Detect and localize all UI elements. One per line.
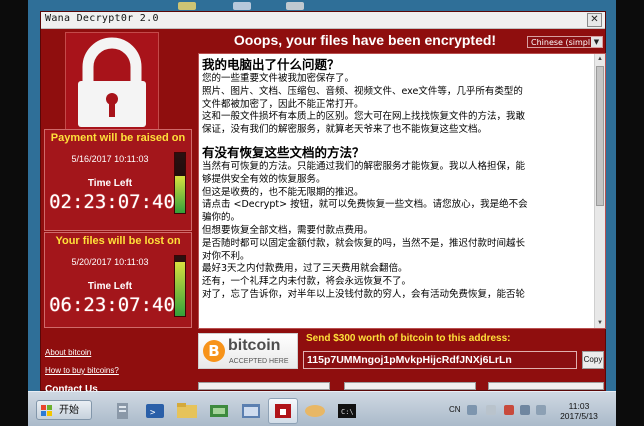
chevron-down-icon[interactable]: ▼ xyxy=(591,37,602,47)
about-bitcoin-link[interactable]: About bitcoin xyxy=(45,348,91,357)
windows-logo-icon xyxy=(41,405,53,417)
desktop-folder-icon[interactable] xyxy=(178,2,196,10)
network-icon[interactable] xyxy=(520,405,530,415)
network-app-icon[interactable] xyxy=(204,398,234,424)
message-paragraph: 您的一些重要文件被我加密保存了。 照片、图片、文档、压缩包、音频、视频文件、exe… xyxy=(202,73,590,137)
title-bar[interactable]: Wana Decrypt0r 2.0 ✕ xyxy=(41,12,605,29)
message-line: 对了，忘了告诉你，对半年以上没钱付款的穷人，会有活动免费恢复，能否轮 xyxy=(202,288,526,300)
start-button[interactable]: 开始 xyxy=(36,400,92,420)
ransomware-window: Wana Decrypt0r 2.0 ✕ Payment will be rai… xyxy=(40,11,606,395)
bitcoin-logo-sub: ACCEPTED HERE xyxy=(229,358,289,365)
svg-text:C:\: C:\ xyxy=(341,408,354,416)
bitcoin-icon: B xyxy=(203,340,225,362)
scroll-up-icon[interactable]: ▲ xyxy=(595,54,605,64)
countdown-timer: 02:23:07:40 xyxy=(49,191,175,213)
language-select[interactable]: Chinese (simpl ▼ xyxy=(527,36,603,48)
time-left-label: Time Left xyxy=(87,178,133,189)
server-manager-icon[interactable] xyxy=(108,398,138,424)
message-line: 但想要恢复全部文档，需要付款点费用。 xyxy=(202,224,374,236)
action-buttons xyxy=(198,382,604,390)
command-prompt-icon[interactable]: C:\ xyxy=(332,398,362,424)
padlock-icon xyxy=(65,32,159,134)
powershell-icon[interactable]: > xyxy=(140,398,170,424)
message-line: 文件都被加密了，因此不能正常打开。 xyxy=(202,98,364,110)
clock-date: 2017/5/13 xyxy=(560,411,598,421)
message-line: 对你不利。 xyxy=(202,250,250,262)
desktop-file-icon[interactable] xyxy=(233,2,251,10)
desktop: Wana Decrypt0r 2.0 ✕ Payment will be rai… xyxy=(28,0,616,426)
volume-icon[interactable] xyxy=(536,405,546,415)
alert-icon[interactable] xyxy=(504,405,514,415)
taskbar: 开始 > C:\ CN 11:03 2017/5/13 xyxy=(28,391,616,426)
app-window-icon[interactable] xyxy=(236,398,266,424)
system-clock[interactable]: 11:03 2017/5/13 xyxy=(554,401,604,421)
panel-heading: Your files will be lost on xyxy=(55,235,181,247)
language-select-value: Chinese (simpl xyxy=(531,38,591,47)
bitcoin-address-field[interactable]: 115p7UMMngoj1pMvkpHijcRdfJNXj6LrLn xyxy=(303,351,577,369)
payment-raise-panel: Payment will be raised on 5/16/2017 10:1… xyxy=(44,129,192,231)
bitcoin-accepted-logo: B bitcoin ACCEPTED HERE xyxy=(198,333,298,369)
message-line: 您的一些重要文件被我加密保存了。 xyxy=(202,73,355,84)
language-indicator[interactable]: CN xyxy=(449,405,461,414)
keyboard-icon[interactable] xyxy=(467,405,477,415)
message-line: 最好3天之内付款费用，过了三天费用就会翻倍。 xyxy=(202,263,408,275)
message-line: 是否随时都可以固定金额付款，就会恢复的吗，当然不是，推迟付款时间越长 xyxy=(202,237,526,249)
ransom-message[interactable]: 我的电脑出了什么问题？ 您的一些重要文件被我加密保存了。 照片、图片、文档、压缩包… xyxy=(198,53,606,329)
message-line: 还有，一个礼拜之内未付款，将会永远恢复不了。 xyxy=(202,276,412,288)
payment-area: B bitcoin ACCEPTED HERE Send $300 worth … xyxy=(198,330,604,380)
time-left-label: Time Left xyxy=(87,281,133,292)
svg-text:>: > xyxy=(150,408,156,418)
how-to-buy-link[interactable]: How to buy bitcoins? xyxy=(45,366,119,375)
window-title: Wana Decrypt0r 2.0 xyxy=(45,13,159,24)
message-line: 但这是收费的，也不能无限期的推迟。 xyxy=(202,186,364,198)
wanacry-taskbar-icon[interactable] xyxy=(268,398,298,424)
message-heading: 有没有恢复这些文档的方法？ xyxy=(202,144,365,160)
message-line: 照片、图片、文档、压缩包、音频、视频文件、exe文件等，几乎所有类型的 xyxy=(202,85,523,97)
message-body: 我的电脑出了什么问题？ 您的一些重要文件被我加密保存了。 照片、图片、文档、压缩包… xyxy=(202,56,590,302)
file-explorer-icon[interactable] xyxy=(172,398,202,424)
deadline-date: 5/20/2017 10:11:03 xyxy=(71,257,149,267)
time-progress-fill xyxy=(175,175,185,213)
close-button[interactable]: ✕ xyxy=(587,13,602,27)
desktop-file-icon[interactable] xyxy=(286,2,304,10)
message-line: 保证，没有我们的解密服务，就算老天爷来了也不能恢复这些文档。 xyxy=(202,124,488,136)
message-line: 够提供安全有效的恢复服务。 xyxy=(202,173,326,185)
countdown-timer: 06:23:07:40 xyxy=(49,294,175,316)
scrollbar-thumb[interactable] xyxy=(596,66,604,206)
time-progress-bar xyxy=(174,255,186,317)
deadline-date: 5/16/2017 10:11:03 xyxy=(71,154,149,164)
time-progress-bar xyxy=(174,152,186,214)
message-heading: 我的电脑出了什么问题？ xyxy=(202,57,340,72)
action-button[interactable] xyxy=(488,382,604,390)
panel-heading: Payment will be raised on xyxy=(50,132,186,144)
payment-instruction: Send $300 worth of bitcoin to this addre… xyxy=(306,333,511,344)
files-lost-panel: Your files will be lost on 5/20/2017 10:… xyxy=(44,232,192,328)
bitcoin-logo-word: bitcoin xyxy=(228,337,281,354)
scrollbar[interactable]: ▲ ▼ xyxy=(594,54,605,328)
message-line: 当然有可恢复的方法。只能通过我们的解密服务才能恢复。我以人格担保，能 xyxy=(202,160,526,172)
message-paragraph: 当然有可恢复的方法。只能通过我们的解密服务才能恢复。我以人格担保，能 够提供安全有… xyxy=(202,161,590,302)
check-payment-button[interactable] xyxy=(198,382,330,390)
scroll-down-icon[interactable]: ▼ xyxy=(595,318,605,328)
time-progress-fill xyxy=(175,262,185,316)
clock-time: 11:03 xyxy=(568,401,590,411)
headline: Ooops, your files have been encrypted! xyxy=(233,32,497,48)
start-label: 开始 xyxy=(59,405,79,416)
copy-button[interactable]: Copy xyxy=(582,351,604,369)
message-line: 骗你的。 xyxy=(202,212,241,224)
message-line: 这和一般文件损坏有本质上的区别。您大可在网上找找恢复文件的方法，我敢 xyxy=(202,111,526,123)
handshake-icon[interactable] xyxy=(300,398,330,424)
message-line: 请点击 <Decrypt> 按钮，就可以免费恢复一些文档。请您放心，我是绝不会 xyxy=(202,199,528,211)
decrypt-button[interactable] xyxy=(344,382,476,390)
help-icon[interactable] xyxy=(486,405,496,415)
